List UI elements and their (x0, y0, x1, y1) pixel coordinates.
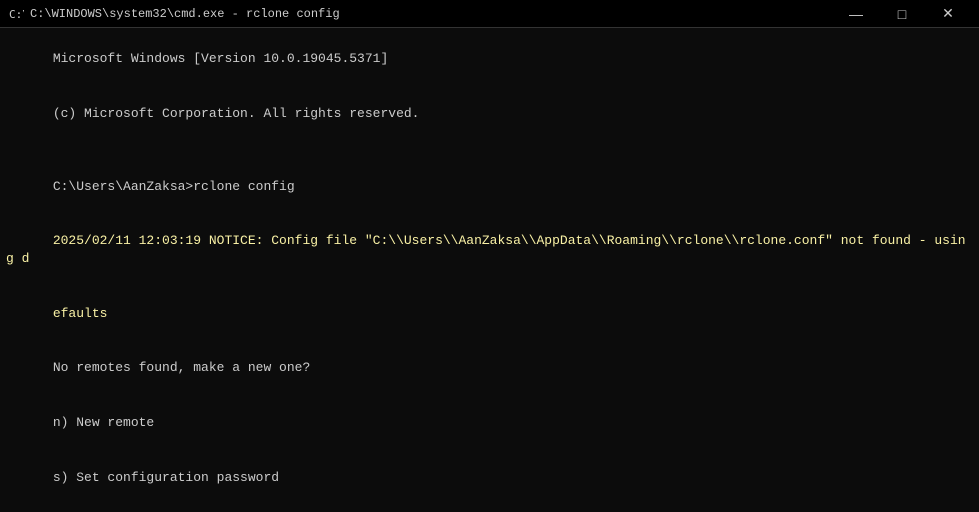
terminal-line: Microsoft Windows [Version 10.0.19045.53… (6, 32, 973, 87)
cmd-icon: C:\ (8, 6, 24, 22)
window-controls: — □ ✕ (833, 0, 971, 28)
cmd-window: C:\ C:\WINDOWS\system32\cmd.exe - rclone… (0, 0, 979, 512)
terminal-line: No remotes found, make a new one? (6, 341, 973, 396)
terminal-line: s) Set configuration password (6, 450, 973, 505)
terminal-line: q) Quit config (6, 505, 973, 512)
terminal-line (6, 141, 973, 159)
terminal-line-notice: 2025/02/11 12:03:19 NOTICE: Config file … (6, 214, 973, 287)
maximize-button[interactable]: □ (879, 0, 925, 28)
terminal-output[interactable]: Microsoft Windows [Version 10.0.19045.53… (0, 28, 979, 512)
terminal-line: n) New remote (6, 396, 973, 451)
window-title: C:\WINDOWS\system32\cmd.exe - rclone con… (30, 7, 833, 21)
svg-text:C:\: C:\ (9, 8, 24, 21)
minimize-button[interactable]: — (833, 0, 879, 28)
close-button[interactable]: ✕ (925, 0, 971, 28)
terminal-line: (c) Microsoft Corporation. All rights re… (6, 87, 973, 142)
terminal-line: C:\Users\AanZaksa>rclone config (6, 159, 973, 214)
terminal-line-notice-cont: efaults (6, 287, 973, 342)
title-bar: C:\ C:\WINDOWS\system32\cmd.exe - rclone… (0, 0, 979, 28)
